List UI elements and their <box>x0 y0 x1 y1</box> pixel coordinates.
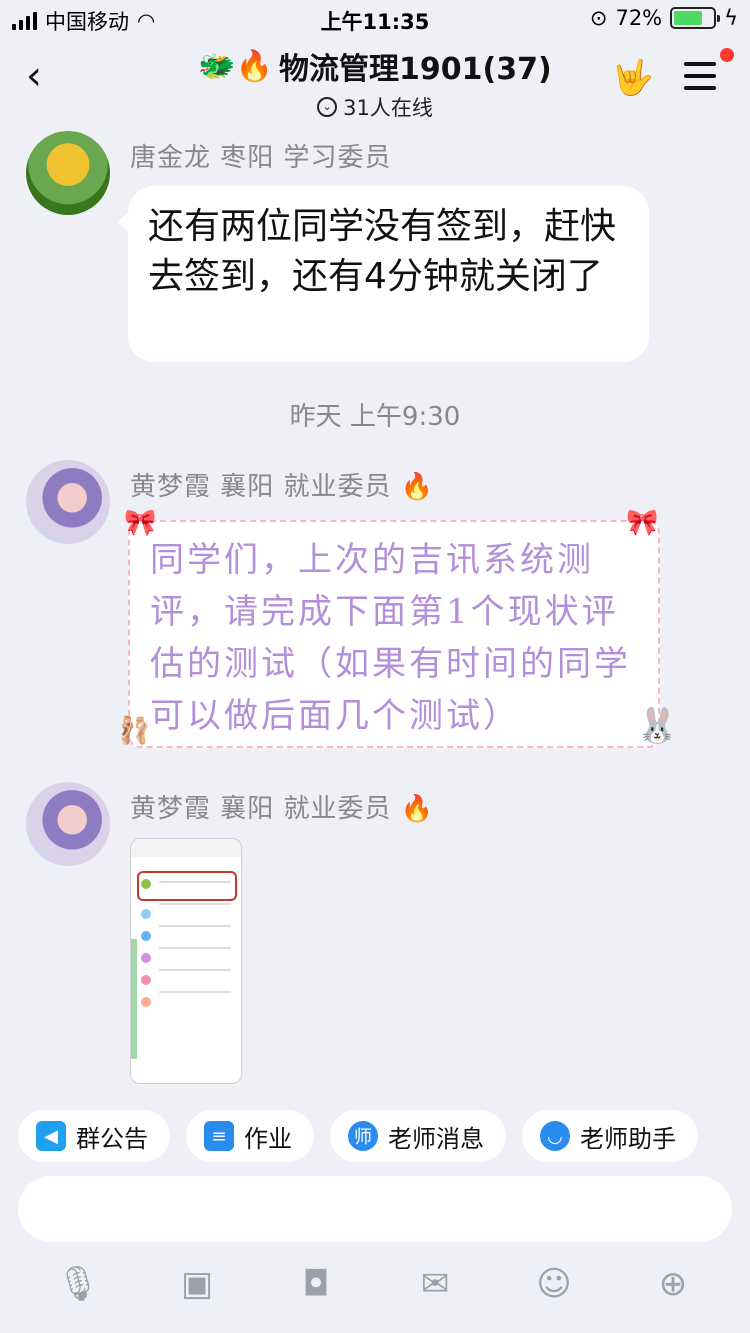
battery-percent: 72% <box>615 6 663 30</box>
thumb-icon <box>141 953 151 963</box>
battery-icon <box>670 7 721 29</box>
chip-label: 老师消息 <box>388 1124 484 1153</box>
camera-icon[interactable]: ◘ <box>294 1262 338 1306</box>
status-right: ⊙ 72% ϟ <box>590 6 738 30</box>
message-bubble[interactable]: 同学们，上次的吉讯系统测评，请完成下面第1个现状评估的测试（如果有时间的同学可以… <box>128 520 660 748</box>
red-packet-icon[interactable]: ✉ <box>413 1262 457 1306</box>
emoji-icon[interactable]: ☺ <box>532 1262 576 1306</box>
title-emojis: 🐲🔥 <box>198 48 274 84</box>
megaphone-icon: ◀ <box>36 1121 66 1151</box>
chat-title: 🐲🔥 物流管理1901(37) <box>198 44 551 88</box>
teacher-icon: 师 <box>348 1121 378 1151</box>
thumb-highlight <box>137 871 237 901</box>
online-count: ⌄ 31人在线 <box>317 92 433 122</box>
rock-hand-icon[interactable]: 🤟 <box>612 58 654 98</box>
online-label: 31人在线 <box>343 96 433 120</box>
avatar[interactable] <box>26 782 110 866</box>
sender-name: 黄梦霞 襄阳 就业委员 🔥 <box>130 466 434 503</box>
chip-homework[interactable]: ≡ 作业 <box>186 1110 314 1162</box>
fire-badge-icon: 🔥 <box>400 794 435 824</box>
chip-label: 群公告 <box>76 1124 148 1153</box>
assistant-icon: ◡ <box>540 1121 570 1151</box>
group-name: 物流管理1901(37) <box>279 52 552 87</box>
message-timestamp: 昨天 上午9:30 <box>289 402 461 432</box>
avatar[interactable] <box>26 131 110 215</box>
thumb-icon <box>141 879 151 889</box>
chevron-down-icon: ⌄ <box>317 97 338 117</box>
sender-name: 黄梦霞 襄阳 就业委员 🔥 <box>130 788 434 825</box>
chip-label: 作业 <box>244 1124 292 1153</box>
sender-label: 黄梦霞 襄阳 就业委员 <box>130 472 392 502</box>
status-bar: 中国移动 ◠ 上午11:35 ⊙ 72% ϟ <box>0 0 750 38</box>
chip-label: 老师助手 <box>580 1124 676 1153</box>
sender-label: 黄梦霞 襄阳 就业委员 <box>130 794 392 824</box>
plus-icon[interactable]: ⊕ <box>651 1262 695 1306</box>
thumb-icon <box>141 997 151 1007</box>
message-bubble[interactable]: 还有两位同学没有签到，赶快去签到，还有4分钟就关闭了 <box>118 186 649 362</box>
charging-icon: ϟ <box>724 6 738 30</box>
message-input[interactable] <box>18 1176 732 1242</box>
thumb-icon <box>141 909 151 919</box>
thumb-edge <box>131 939 137 1059</box>
menu-icon[interactable] <box>684 62 716 98</box>
fire-badge-icon: 🔥 <box>400 472 435 502</box>
image-message[interactable] <box>130 838 242 1084</box>
input-toolbar: 🎙 ▣ ◘ ✉ ☺ ⊕ <box>0 1262 750 1312</box>
quick-actions-bar: ◀ 群公告 ≡ 作业 师 老师消息 ◡ 老师助手 <box>18 1110 698 1162</box>
document-icon: ≡ <box>204 1121 234 1151</box>
avatar[interactable] <box>26 460 110 544</box>
ballet-shoe-icon: 🩰 <box>118 716 151 746</box>
thumb-icon <box>141 931 151 941</box>
bunny-icon: 🐰 <box>636 706 679 746</box>
chat-header: ‹ 🐲🔥 物流管理1901(37) ⌄ 31人在线 🤟 <box>0 38 750 120</box>
chip-teacher-messages[interactable]: 师 老师消息 <box>330 1110 506 1162</box>
orientation-lock-icon: ⊙ <box>589 6 608 30</box>
image-icon[interactable]: ▣ <box>175 1262 219 1306</box>
sender-name: 唐金龙 枣阳 学习委员 <box>130 143 392 173</box>
bow-icon: 🎀 <box>124 508 157 538</box>
notification-dot <box>720 48 734 62</box>
chip-teacher-assistant[interactable]: ◡ 老师助手 <box>522 1110 698 1162</box>
thumb-header <box>131 839 241 857</box>
chip-group-announcement[interactable]: ◀ 群公告 <box>18 1110 170 1162</box>
microphone-icon[interactable]: 🎙 <box>56 1262 100 1306</box>
bow-icon: 🎀 <box>626 508 659 538</box>
thumb-icon <box>141 975 151 985</box>
